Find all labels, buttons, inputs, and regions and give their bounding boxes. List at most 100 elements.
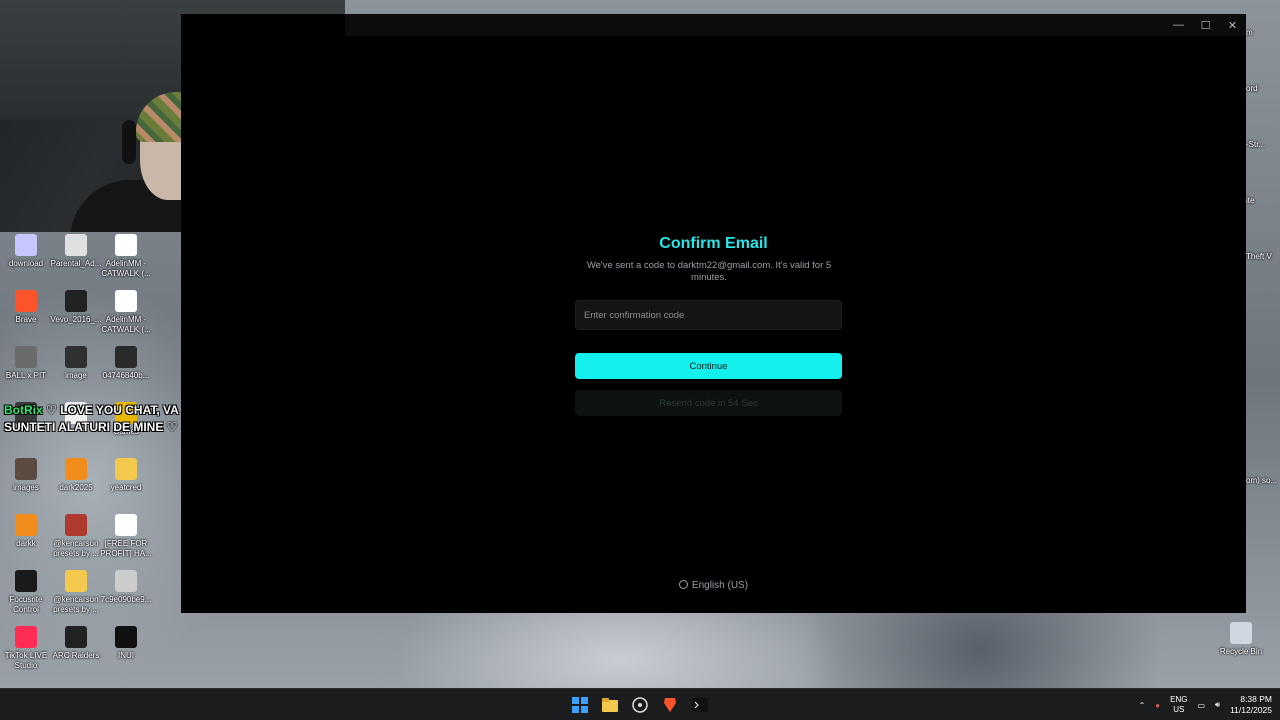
chevron-up-icon[interactable]: ⌃ bbox=[1139, 701, 1146, 710]
file-icon bbox=[115, 458, 137, 480]
lang-top: ENG bbox=[1170, 695, 1188, 704]
dialog-title: Confirm Email bbox=[659, 235, 768, 252]
desktop-icon-label: ite bbox=[1246, 196, 1255, 205]
desktop-icon[interactable]: INUI bbox=[100, 626, 152, 661]
file-icon bbox=[15, 234, 37, 256]
chat-user: BotRix bbox=[4, 403, 43, 417]
file-icon bbox=[15, 290, 37, 312]
desktop-icon-label: @kencarson presets by ... bbox=[53, 595, 99, 614]
desktop-icon-partial[interactable]: om) so... bbox=[1246, 476, 1280, 486]
desktop-icon[interactable]: 7c9e090be9... bbox=[100, 570, 152, 605]
minimize-button[interactable]: — bbox=[1165, 14, 1192, 36]
continue-button[interactable]: Continue bbox=[575, 353, 842, 379]
desktop-icon[interactable]: Brave bbox=[0, 290, 52, 325]
desktop-icon[interactable]: 04746840b... bbox=[100, 346, 152, 381]
desktop-icon[interactable]: image bbox=[50, 346, 102, 381]
obs-icon[interactable] bbox=[628, 693, 652, 717]
desktop-icon-label: Theft V bbox=[1246, 252, 1272, 261]
desktop-icon-label: AdelinMM - CATWALK (... bbox=[101, 259, 151, 278]
language-selector[interactable]: English (US) bbox=[181, 580, 1246, 591]
desktop-icon[interactable]: download bbox=[0, 234, 52, 269]
brave-icon[interactable] bbox=[658, 693, 682, 717]
desktop-icon-label: 7c9e090be9... bbox=[100, 595, 152, 604]
desktop-icon[interactable]: @kencarson presets by ... bbox=[50, 514, 102, 559]
clock-date: 11/12/2025 bbox=[1230, 705, 1272, 715]
file-explorer-icon[interactable] bbox=[598, 693, 622, 717]
recycle-bin-glyph-icon bbox=[1230, 622, 1252, 644]
maximize-button[interactable]: ☐ bbox=[1192, 14, 1219, 36]
heart-icon: ♡ bbox=[46, 403, 57, 417]
desktop-icon-partial[interactable]: Theft V bbox=[1246, 252, 1280, 262]
file-icon bbox=[65, 514, 87, 536]
desktop-icon-partial[interactable]: m bbox=[1246, 28, 1280, 38]
file-icon bbox=[115, 514, 137, 536]
file-icon bbox=[115, 626, 137, 648]
desktop-icon[interactable]: darkk bbox=[0, 514, 52, 549]
file-icon bbox=[65, 346, 87, 368]
heart-icon: ♡ bbox=[166, 420, 178, 434]
file-icon bbox=[115, 346, 137, 368]
clock-time: 8:38 PM bbox=[1240, 694, 1272, 704]
file-icon bbox=[115, 570, 137, 592]
desktop-icon[interactable]: AdelinMM - CATWALK (... bbox=[100, 234, 152, 279]
desktop-icon-label: INUI bbox=[118, 651, 134, 660]
clock[interactable]: 8:38 PM 11/12/2025 bbox=[1230, 694, 1272, 716]
file-icon bbox=[65, 234, 87, 256]
desktop-icon-partial[interactable]: ord bbox=[1246, 84, 1280, 94]
desktop-icon-label: Parental_Ad... bbox=[50, 259, 102, 268]
desktop-icon[interactable]: Vevo_2016_... bbox=[50, 290, 102, 325]
language-label: English (US) bbox=[691, 580, 749, 591]
terminal-icon[interactable] bbox=[688, 693, 712, 717]
microphone-icon[interactable]: ● bbox=[1155, 701, 1160, 710]
desktop-icon[interactable]: Focusrite Control bbox=[0, 570, 52, 615]
file-icon bbox=[65, 570, 87, 592]
file-icon bbox=[115, 234, 137, 256]
desktop-icon[interactable]: [FREE FOR PROFIT] HA... bbox=[100, 514, 152, 559]
desktop-icon-label: ord bbox=[1246, 84, 1258, 93]
desktop-icon[interactable]: dark2025 bbox=[50, 458, 102, 493]
desktop-icon[interactable]: ARC Raiders bbox=[50, 626, 102, 661]
taskbar: ⌃ ● ENG US ▭ 🔊︎ 8:38 PM 11/12/2025 bbox=[0, 688, 1280, 720]
desktop-icon-label: Vevo_2016_... bbox=[50, 315, 102, 324]
globe-icon bbox=[678, 580, 688, 589]
desktop-icon[interactable]: images bbox=[0, 458, 52, 493]
desktop-icons: download Parental_Ad... AdelinMM - CATWALK… bbox=[0, 232, 180, 672]
file-icon bbox=[15, 570, 37, 592]
desktop-icon-label: dark2025 bbox=[59, 483, 93, 492]
desktop-icon-label: [FREE FOR PROFIT] HA... bbox=[100, 539, 152, 558]
input-language-indicator[interactable]: ENG US bbox=[1170, 695, 1187, 715]
desktop-icon-label: m bbox=[1246, 28, 1253, 37]
desktop-icon[interactable]: AdelinMM - CATWALK (... bbox=[100, 290, 152, 335]
desktop-icon-label: darkk bbox=[16, 539, 36, 548]
recycle-bin-label: Recycle Bin bbox=[1219, 647, 1263, 656]
start-icon[interactable] bbox=[568, 693, 592, 717]
network-icon[interactable]: ▭ bbox=[1197, 701, 1205, 710]
dialog-description: We've sent a code to darktm22@gmail.com.… bbox=[586, 260, 832, 283]
desktop-icon-label: Brave bbox=[15, 315, 37, 324]
file-icon bbox=[65, 458, 87, 480]
desktop-icon-label: om) so... bbox=[1246, 476, 1278, 485]
volume-icon[interactable]: 🔊︎ bbox=[1215, 700, 1220, 710]
desktop-icon[interactable]: @kencarson presets by ... bbox=[50, 570, 102, 615]
desktop-icon-label: 04746840b... bbox=[102, 371, 150, 380]
desktop-icon-partial[interactable]: ite bbox=[1246, 196, 1280, 206]
window-titlebar[interactable]: — ☐ ✕ bbox=[345, 14, 1246, 36]
desktop-icon[interactable]: TikTok LIVE Studio bbox=[0, 626, 52, 671]
recycle-bin-icon[interactable]: Recycle Bin bbox=[1216, 622, 1266, 657]
resend-code-button[interactable]: Resend code in 54 Sec bbox=[575, 390, 842, 416]
desktop-icon-label: BALL x PIT bbox=[5, 371, 47, 380]
desktop-icon[interactable]: BALL x PIT bbox=[0, 346, 52, 381]
confirmation-code-input[interactable] bbox=[575, 300, 842, 330]
desktop-icon-label: yeatcred bbox=[110, 483, 142, 492]
desktop-icon[interactable]: yeatcred bbox=[100, 458, 152, 493]
file-icon bbox=[15, 626, 37, 648]
desktop-icon-label: Focusrite Control bbox=[9, 595, 43, 614]
desktop-icon-label: download bbox=[8, 259, 44, 268]
desktop-icon-label: images bbox=[13, 483, 39, 492]
desktop-icon-partial[interactable]: -Str... bbox=[1246, 140, 1280, 150]
desktop-icons-right: m ord -Str... ite Theft V om) so... bbox=[1246, 0, 1280, 690]
close-button[interactable]: ✕ bbox=[1219, 14, 1246, 36]
desktop-icon[interactable]: Parental_Ad... bbox=[50, 234, 102, 269]
file-icon bbox=[15, 458, 37, 480]
file-icon bbox=[115, 290, 137, 312]
